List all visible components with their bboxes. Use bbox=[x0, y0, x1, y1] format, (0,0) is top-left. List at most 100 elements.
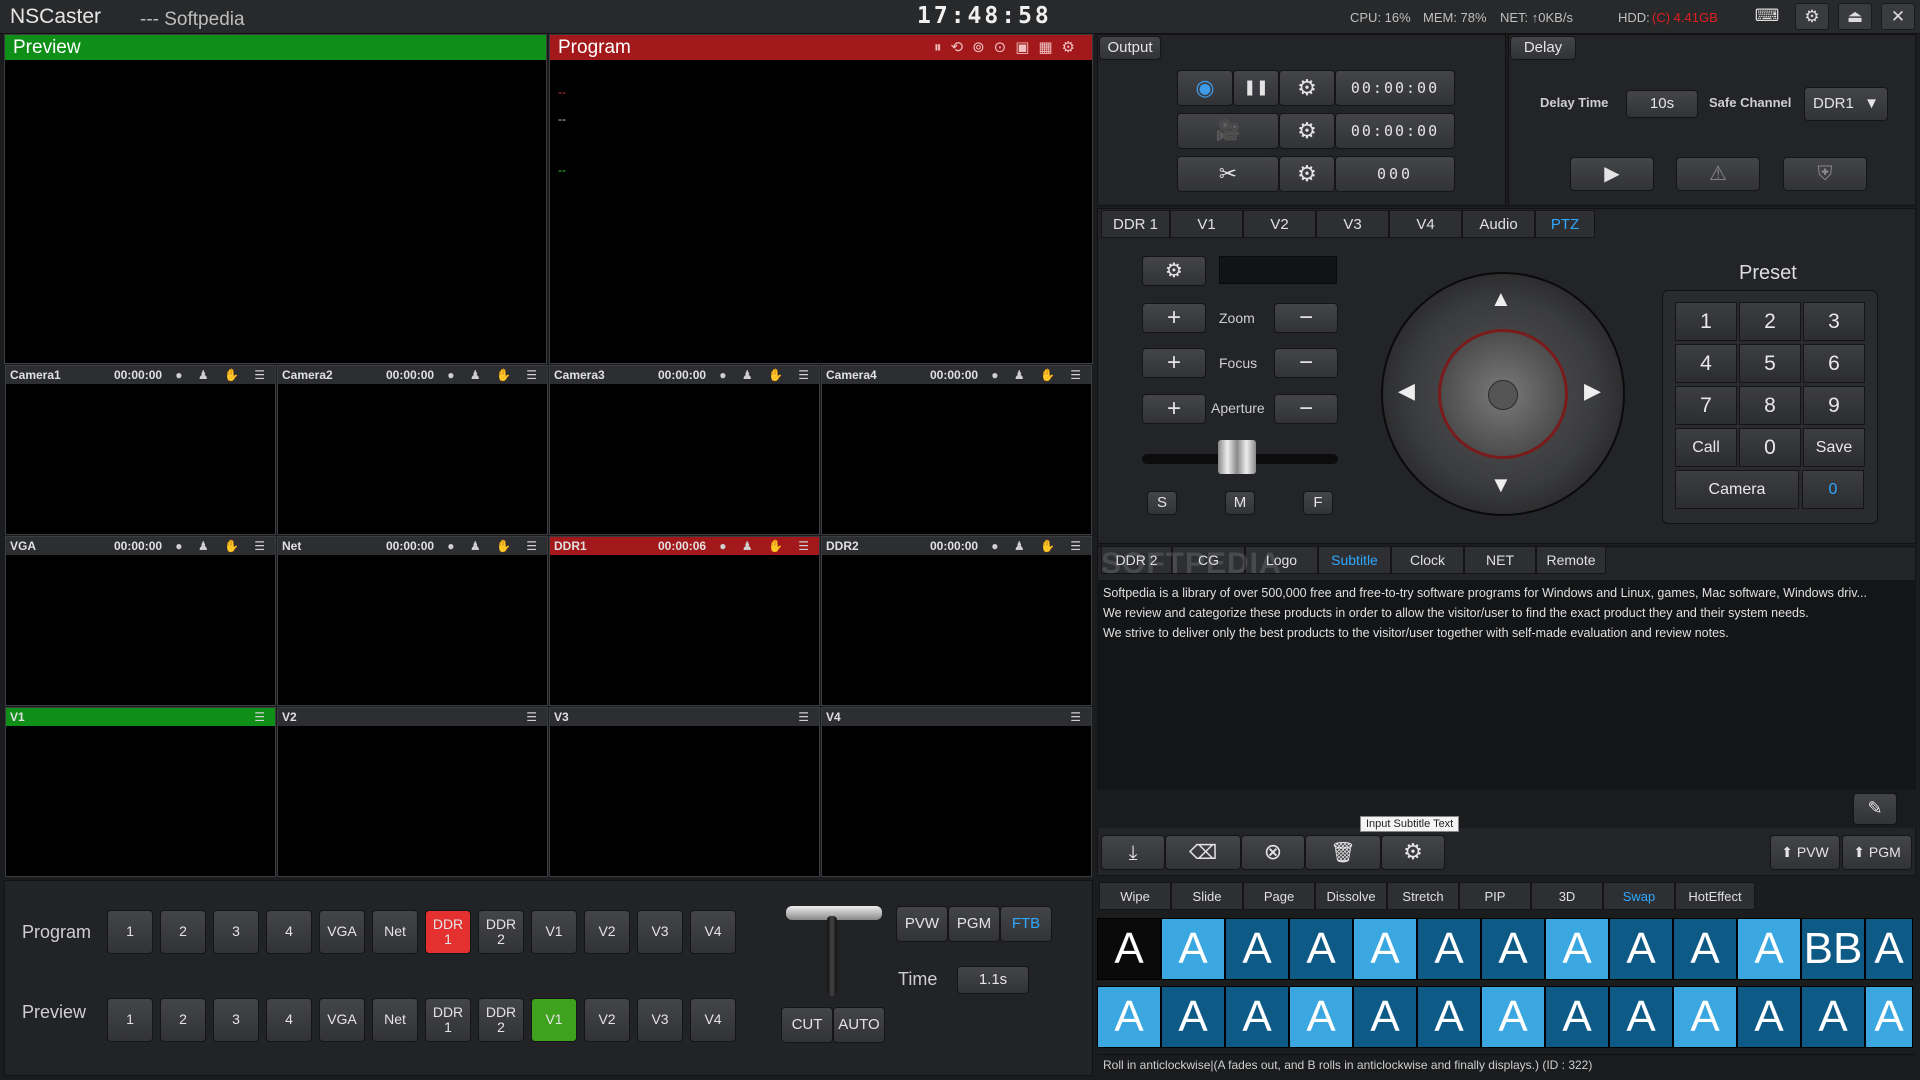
preset-key-3[interactable]: 3 bbox=[1803, 302, 1865, 341]
program-source-button[interactable]: 1 bbox=[107, 910, 153, 954]
preview-source-button[interactable]: 4 bbox=[266, 998, 312, 1042]
preview-source-button[interactable]: 3 bbox=[213, 998, 259, 1042]
pan-left-icon[interactable]: ◀ bbox=[1398, 378, 1415, 404]
transition-effect-thumbnail[interactable]: A bbox=[1097, 918, 1161, 980]
program-source-button[interactable]: VGA bbox=[319, 910, 365, 954]
transition-effect-thumbnail[interactable]: A bbox=[1353, 918, 1417, 980]
delay-play-icon[interactable]: ▶ bbox=[1570, 157, 1654, 191]
clip-settings-icon[interactable]: ⚙ bbox=[1279, 156, 1335, 192]
delay-tab[interactable]: Delay bbox=[1510, 36, 1576, 60]
transition-effect-thumbnail[interactable]: A bbox=[1545, 918, 1609, 980]
transition-tab-dissolve[interactable]: Dissolve bbox=[1315, 882, 1387, 910]
preview-source-button[interactable]: Net bbox=[372, 998, 418, 1042]
eject-icon[interactable]: ⏏ bbox=[1838, 3, 1872, 30]
keyboard-icon[interactable]: ⌨ bbox=[1750, 3, 1784, 30]
preview-source-button[interactable]: V2 bbox=[584, 998, 630, 1042]
source-tab-audio[interactable]: Audio bbox=[1462, 210, 1535, 238]
program-source-button[interactable]: 3 bbox=[213, 910, 259, 954]
import-icon[interactable]: ⤓ bbox=[1101, 835, 1165, 870]
source-cell-menu-icon[interactable]: ☰ bbox=[1070, 708, 1087, 726]
pan-right-icon[interactable]: ▶ bbox=[1584, 378, 1601, 404]
source-cell-ddr1[interactable]: DDR1 00:00:06 ● ♟ ✋ ☰ bbox=[549, 536, 820, 706]
transition-effect-thumbnail[interactable]: A bbox=[1097, 986, 1161, 1048]
preview-source-button[interactable]: 2 bbox=[160, 998, 206, 1042]
preset-key-7[interactable]: 7 bbox=[1675, 386, 1737, 425]
transition-effect-thumbnail[interactable]: A bbox=[1673, 918, 1737, 980]
preset-key-4[interactable]: 4 bbox=[1675, 344, 1737, 383]
transition-effect-thumbnail[interactable]: A bbox=[1225, 918, 1289, 980]
output-tab[interactable]: Output bbox=[1099, 36, 1161, 60]
ptz-device-field[interactable] bbox=[1219, 256, 1337, 284]
source-cell-v2[interactable]: V2 ☰ bbox=[277, 707, 548, 877]
aperture-close-button[interactable]: − bbox=[1274, 394, 1338, 424]
preview-monitor[interactable]: Preview bbox=[4, 34, 547, 364]
transition-effect-thumbnail[interactable]: A bbox=[1865, 918, 1913, 980]
preset-key-6[interactable]: 6 bbox=[1803, 344, 1865, 383]
overlay-tab-clock[interactable]: Clock bbox=[1391, 546, 1464, 574]
transition-effect-thumbnail[interactable]: A bbox=[1865, 986, 1913, 1048]
eraser-icon[interactable]: ⌫ bbox=[1165, 835, 1241, 870]
transition-effect-thumbnail[interactable]: A bbox=[1481, 918, 1545, 980]
source-cell-v1[interactable]: V1 ☰ bbox=[5, 707, 276, 877]
transition-tab-hoteffect[interactable]: HotEffect bbox=[1675, 882, 1755, 910]
aperture-open-button[interactable]: + bbox=[1142, 394, 1206, 424]
overlay-tab-remote[interactable]: Remote bbox=[1536, 546, 1606, 574]
transition-effect-thumbnail[interactable]: BB bbox=[1801, 918, 1865, 980]
pan-up-icon[interactable]: ▲ bbox=[1490, 286, 1512, 312]
program-toolbar-icons[interactable]: ⏸⟲⊚⊙▣▦⚙ bbox=[934, 35, 1084, 60]
overlay-tab-subtitle[interactable]: Subtitle bbox=[1318, 546, 1391, 574]
program-source-button[interactable]: 2 bbox=[160, 910, 206, 954]
source-cell-camera1[interactable]: Camera1 00:00:00 ● ♟ ✋ ☰ bbox=[5, 365, 276, 535]
transition-effect-thumbnail[interactable]: A bbox=[1737, 986, 1801, 1048]
program-source-button[interactable]: DDR 2 bbox=[478, 910, 524, 954]
overlay-tab-net[interactable]: NET bbox=[1464, 546, 1536, 574]
source-cell-menu-icon[interactable]: ☰ bbox=[798, 708, 815, 726]
transition-tab-pip[interactable]: PIP bbox=[1459, 882, 1531, 910]
preset-key-5[interactable]: 5 bbox=[1739, 344, 1801, 383]
preset-key-call[interactable]: Call bbox=[1675, 428, 1737, 467]
pvw-button[interactable]: PVW bbox=[896, 906, 948, 942]
transition-tab-swap[interactable]: Swap bbox=[1603, 882, 1675, 910]
preview-source-button[interactable]: DDR 2 bbox=[478, 998, 524, 1042]
close-icon[interactable]: ✕ bbox=[1881, 3, 1915, 30]
transition-tab-3d[interactable]: 3D bbox=[1531, 882, 1603, 910]
transition-tab-stretch[interactable]: Stretch bbox=[1387, 882, 1459, 910]
program-source-button[interactable]: DDR 1 bbox=[425, 910, 471, 954]
transition-effect-thumbnail[interactable]: A bbox=[1673, 986, 1737, 1048]
speed-medium-button[interactable]: M bbox=[1225, 491, 1255, 515]
cancel-icon[interactable]: ⊗ bbox=[1241, 835, 1305, 870]
source-cell-menu-icon[interactable]: ● ♟ ✋ ☰ bbox=[991, 537, 1087, 555]
source-cell-menu-icon[interactable]: ☰ bbox=[526, 708, 543, 726]
program-source-button[interactable]: V2 bbox=[584, 910, 630, 954]
zoom-in-button[interactable]: + bbox=[1142, 303, 1206, 333]
source-tab-ptz[interactable]: PTZ bbox=[1535, 210, 1595, 238]
preset-key-8[interactable]: 8 bbox=[1739, 386, 1801, 425]
ptz-home-button[interactable] bbox=[1488, 380, 1518, 410]
tbar-shaft[interactable] bbox=[827, 916, 837, 996]
transition-effect-thumbnail[interactable]: A bbox=[1161, 918, 1225, 980]
preset-key-0[interactable]: 0 bbox=[1739, 428, 1801, 467]
program-source-button[interactable]: V3 bbox=[637, 910, 683, 954]
trash-icon[interactable]: 🗑 bbox=[1305, 835, 1381, 870]
program-source-button[interactable]: V4 bbox=[690, 910, 736, 954]
transition-time-field[interactable]: 1.1s bbox=[957, 966, 1029, 994]
auto-button[interactable]: AUTO bbox=[833, 1007, 885, 1043]
subtitle-input-bar[interactable] bbox=[1097, 790, 1916, 828]
ptz-speed-slider-handle[interactable] bbox=[1218, 440, 1256, 474]
transition-effect-thumbnail[interactable]: A bbox=[1225, 986, 1289, 1048]
transition-effect-thumbnail[interactable]: A bbox=[1417, 918, 1481, 980]
preview-source-button[interactable]: VGA bbox=[319, 998, 365, 1042]
transition-tab-page[interactable]: Page bbox=[1243, 882, 1315, 910]
preview-source-button[interactable]: V4 bbox=[690, 998, 736, 1042]
program-source-button[interactable]: 4 bbox=[266, 910, 312, 954]
source-tab-ddr1[interactable]: DDR 1 bbox=[1101, 210, 1170, 238]
focus-out-button[interactable]: − bbox=[1274, 348, 1338, 378]
subtitle-text-area[interactable]: Softpedia is a library of over 500,000 f… bbox=[1097, 580, 1916, 790]
source-cell-v4[interactable]: V4 ☰ bbox=[821, 707, 1092, 877]
source-cell-vga[interactable]: VGA 00:00:00 ● ♟ ✋ ☰ bbox=[5, 536, 276, 706]
source-cell-camera2[interactable]: Camera2 00:00:00 ● ♟ ✋ ☰ bbox=[277, 365, 548, 535]
safe-channel-select[interactable]: DDR1 ▼ bbox=[1804, 87, 1888, 121]
source-cell-camera3[interactable]: Camera3 00:00:00 ● ♟ ✋ ☰ bbox=[549, 365, 820, 535]
delay-warning-icon[interactable]: ⚠ bbox=[1676, 157, 1760, 191]
source-cell-camera4[interactable]: Camera4 00:00:00 ● ♟ ✋ ☰ bbox=[821, 365, 1092, 535]
